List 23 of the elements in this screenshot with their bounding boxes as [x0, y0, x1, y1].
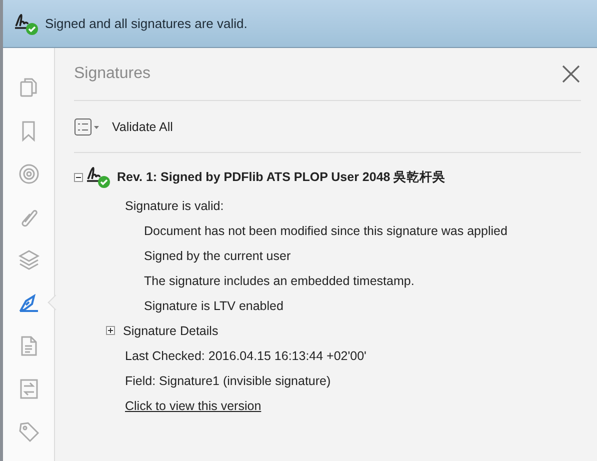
expand-toggle[interactable]: [106, 326, 115, 335]
options-menu-icon[interactable]: [74, 118, 100, 136]
panel-title: Signatures: [74, 65, 150, 83]
signature-details-label[interactable]: Signature Details: [123, 324, 218, 338]
layers-icon[interactable]: [16, 248, 40, 272]
close-icon[interactable]: [561, 64, 581, 84]
collapse-toggle[interactable]: [74, 172, 83, 182]
target-icon[interactable]: [16, 162, 40, 186]
validate-all-button[interactable]: Validate All: [112, 120, 173, 134]
field-text: Field: Signature1 (invisible signature): [125, 374, 331, 388]
check-text: Signed by the current user: [144, 248, 291, 262]
check-text: Signature is LTV enabled: [144, 298, 284, 312]
pen-icon[interactable]: [16, 291, 40, 315]
tag-icon[interactable]: [16, 420, 40, 444]
status-text: Signature is valid:: [125, 198, 224, 212]
signature-valid-icon: [85, 165, 111, 189]
check-text: The signature includes an embedded timestamp.: [144, 274, 414, 288]
signature-title[interactable]: Rev. 1: Signed by PDFlib ATS PLOP User 2048 吳乾杆吳: [117, 168, 446, 186]
view-version-link[interactable]: Click to view this version: [125, 398, 262, 412]
check-text: Document has not been modified since this signature was applied: [144, 224, 508, 238]
signature-valid-icon: [13, 12, 39, 36]
last-checked-text: Last Checked: 2016.04.15 16:13:44 +02'00': [125, 348, 366, 362]
status-message: Signed and all signatures are valid.: [45, 16, 248, 31]
